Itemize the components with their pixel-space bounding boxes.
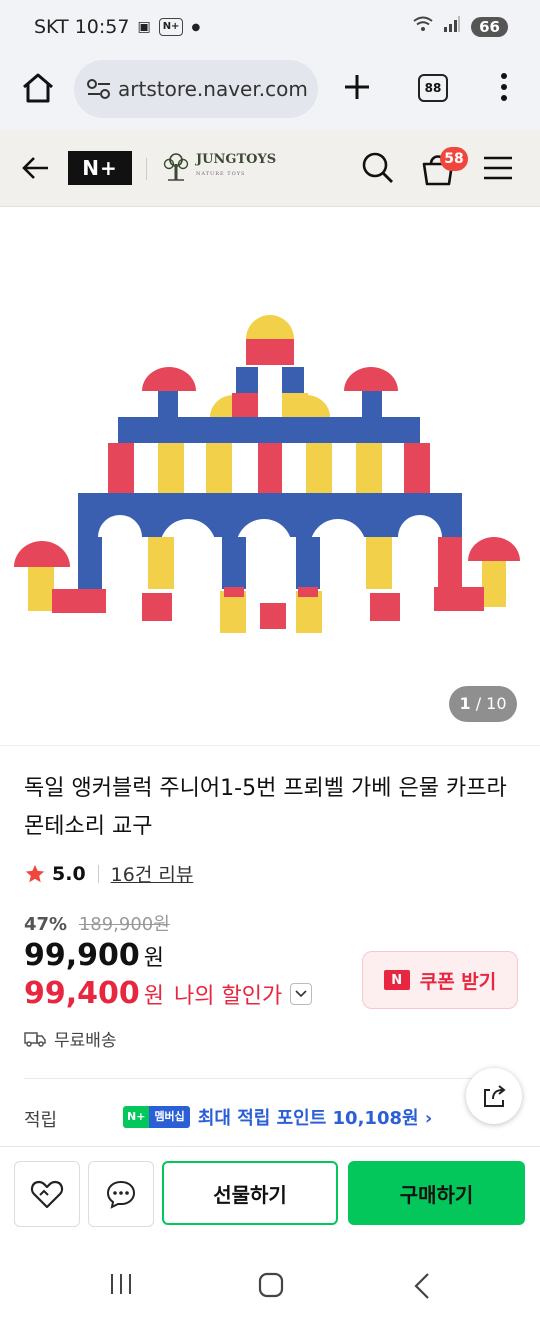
signal-icon (443, 16, 461, 37)
tree-icon (163, 153, 189, 181)
brand-tagline: NATURE TOYS (196, 171, 246, 177)
share-button[interactable] (466, 1068, 522, 1124)
original-price: 189,900원 (78, 914, 170, 935)
arrow-left-icon (22, 157, 48, 179)
image-counter-separator: / (470, 694, 487, 713)
coupon-button[interactable]: N 쿠폰 받기 (362, 951, 518, 1009)
section-divider (24, 1078, 516, 1079)
rating-score: 5.0 (52, 862, 86, 885)
system-home-button[interactable] (258, 1272, 284, 1298)
cart-count-badge: 58 (440, 147, 468, 171)
gift-button[interactable]: 선물하기 (162, 1161, 338, 1225)
menu-icon (484, 156, 512, 180)
site-settings-icon[interactable] (86, 77, 112, 101)
home-square-icon (258, 1272, 284, 1298)
talk-talk-button[interactable] (88, 1161, 154, 1227)
image-counter: 1 / 10 (449, 686, 517, 722)
image-counter-total: 10 (486, 694, 507, 713)
star-icon (25, 864, 45, 882)
chat-bubble-icon (106, 1180, 136, 1209)
sale-price-unit: 원 (143, 946, 165, 971)
browser-home-button[interactable] (18, 68, 58, 108)
coupon-label: 쿠폰 받기 (419, 970, 497, 993)
tab-switcher-button[interactable]: 88 (418, 74, 448, 102)
browser-toolbar: artstore.naver.com 88 (0, 56, 540, 130)
battery-indicator: 66 (471, 16, 508, 37)
np-badge-logo: N+ (123, 1106, 150, 1128)
dot-icon: ● (191, 21, 201, 33)
plus-icon (345, 75, 369, 99)
status-bar: SKT 10:57 ▣ N+ ● 66 (0, 0, 540, 56)
purchase-bar: 선물하기 구매하기 (0, 1146, 540, 1243)
hamburger-menu-button[interactable] (482, 154, 514, 182)
discount-rate: 47% (24, 914, 68, 935)
search-icon (362, 152, 393, 183)
points-text: 최대 적립 포인트 10,108원 › (197, 1108, 433, 1129)
chevron-down-icon[interactable] (290, 982, 313, 1005)
system-nav-bar (0, 1242, 540, 1320)
back-button[interactable] (20, 152, 52, 184)
search-button[interactable] (360, 150, 396, 186)
my-price-row[interactable]: 99,400 원 나의 할인가 (24, 976, 313, 1011)
points-info-link[interactable]: N+ 멤버십 최대 적립 포인트 10,108원 › (123, 1104, 432, 1130)
points-label: 적립 (24, 1110, 58, 1131)
more-vertical-icon (501, 73, 507, 101)
brand-name: JUNGTOYS (196, 152, 277, 167)
browser-menu-button[interactable] (496, 72, 512, 102)
naver-plus-logo[interactable]: N+ (68, 151, 132, 185)
np-badge-membership: 멤버십 (149, 1106, 190, 1128)
my-discount-price: 99,400 (24, 976, 140, 1011)
price-row: 99,900 원 (24, 938, 164, 973)
address-bar[interactable]: artstore.naver.com (74, 60, 318, 118)
screenshot-icon: ▣ (137, 19, 151, 35)
chevron-left-icon (414, 1273, 429, 1299)
brand-logo[interactable]: JUNGTOYS NATURE TOYS (162, 152, 276, 182)
recent-apps-icon (111, 1274, 131, 1294)
shipping-text: 무료배송 (54, 1031, 117, 1051)
product-photo-blocks (14, 315, 520, 633)
heart-icon (30, 1180, 64, 1209)
my-price-unit: 원 (143, 983, 165, 1009)
system-back-button[interactable] (412, 1272, 432, 1300)
status-time: SKT 10:57 (34, 16, 130, 38)
sale-price: 99,900 (24, 938, 140, 973)
coupon-ticket-icon: N (383, 970, 410, 990)
wishlist-button[interactable] (14, 1161, 80, 1227)
shipping-info: 무료배송 (24, 1026, 117, 1051)
share-icon (484, 1085, 506, 1107)
product-image-carousel[interactable] (0, 207, 540, 746)
wifi-icon (413, 16, 433, 37)
image-counter-current: 1 (459, 694, 471, 713)
np-status-icon: N+ (158, 18, 184, 36)
review-count-link[interactable]: 16건 리뷰 (111, 860, 194, 887)
url-text: artstore.naver.com (118, 77, 308, 101)
np-membership-badge: N+ 멤버십 (123, 1106, 190, 1128)
recent-apps-button[interactable] (108, 1272, 134, 1296)
product-title: 독일 앵커블럭 주니어1-5번 프뢰벨 가베 은물 카프라 몬테소리 교구 (24, 776, 507, 839)
home-icon (23, 73, 53, 103)
new-tab-button[interactable] (340, 70, 374, 104)
buy-button[interactable]: 구매하기 (348, 1161, 525, 1225)
header-divider (146, 158, 147, 180)
truck-icon (24, 1031, 46, 1047)
my-price-label: 나의 할인가 (174, 983, 283, 1009)
discount-row: 47% 189,900원 (24, 910, 170, 936)
rating-row: 5.0 16건 리뷰 (24, 860, 193, 887)
